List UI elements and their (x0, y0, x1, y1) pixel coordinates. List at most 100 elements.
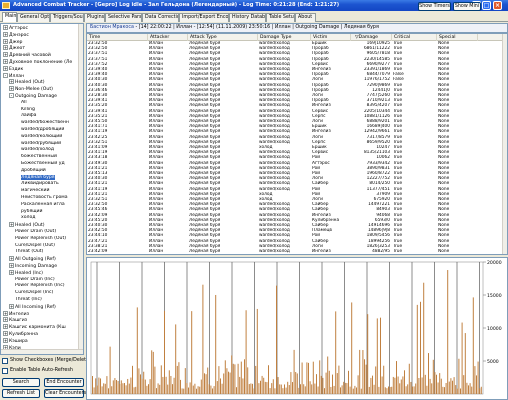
tree-item[interactable]: + Дэнэрос (3, 31, 83, 39)
collapse-icon[interactable]: - (9, 93, 14, 98)
column-header-damage-type[interactable]: Damage Type (259, 34, 311, 41)
table-row[interactable]: 23:42:09 Иллан Ледяная буря warded/холод Инг… (87, 249, 504, 254)
tree-item[interactable]: Божественный уд (15, 161, 83, 168)
tab-data-correction[interactable]: Data Correction (142, 13, 179, 22)
tab-selective-parsing[interactable]: Selective Parsing (105, 13, 142, 22)
column-header-attacker[interactable]: Attacker (149, 34, 188, 41)
column-header-special[interactable]: Special (438, 34, 478, 41)
tree-item[interactable]: warded/божественн (15, 120, 83, 127)
auto-refresh-checkbox[interactable] (2, 368, 8, 374)
expand-icon[interactable]: + (3, 25, 8, 30)
tree-item[interactable]: + Джеот (3, 45, 83, 52)
tab-triggers-sounds[interactable]: Triggers/Sounds (50, 13, 84, 22)
column-header-attack-type[interactable]: Attack Type (189, 34, 258, 41)
tree-item[interactable]: warded/холод (15, 147, 83, 154)
tree-item[interactable]: - Иллан (3, 72, 83, 80)
tree-item[interactable]: Power Replenish (Out) (9, 236, 83, 243)
tree-item[interactable]: дробящий (15, 168, 83, 175)
tree-item[interactable]: Неистовость грома (15, 195, 83, 202)
tree-item[interactable]: Power Replenish (Inc) (9, 283, 83, 290)
tab-general-options[interactable]: General Options (17, 13, 50, 22)
tree-item[interactable]: + Ездик (3, 65, 83, 73)
tree-item[interactable]: + Кулибрэнна (3, 331, 83, 338)
collapse-icon[interactable]: - (3, 72, 8, 78)
search-button[interactable]: Search (2, 378, 40, 387)
clear-encounters-button[interactable]: Clear Encounters (44, 389, 86, 398)
tree-item[interactable]: + All Incoming (Ref) (9, 303, 83, 311)
expand-icon[interactable]: + (9, 79, 14, 85)
column-header-victim[interactable]: Victim (312, 34, 351, 41)
tree-item[interactable]: Threat (Inc) (9, 297, 83, 304)
tree-item[interactable]: + All Outgoing (Ref) (9, 256, 83, 263)
expand-icon[interactable]: + (9, 263, 14, 268)
show-checkboxes-checkbox[interactable] (2, 358, 8, 364)
expand-icon[interactable]: + (3, 52, 8, 58)
show-mini-button[interactable]: Show Mini (453, 2, 481, 11)
tree-item[interactable]: + Агтэрос (3, 25, 83, 32)
tree-item[interactable]: + Кашгис кармонита (Кш (3, 324, 83, 331)
tree-item[interactable]: warded/рубящий (15, 141, 83, 148)
tree-item[interactable]: Cure/Dispel (Inc) (9, 290, 83, 297)
tree-item[interactable]: + Healed (Out) (9, 79, 83, 86)
tree-item[interactable]: божественный (15, 154, 83, 161)
tab-about[interactable]: About (295, 13, 316, 22)
expand-icon[interactable]: + (9, 256, 14, 262)
tree-item[interactable]: Cure/Dispel (Out) (9, 243, 83, 250)
expand-icon[interactable]: + (9, 222, 14, 228)
tree-item[interactable]: Раскаленная игла (15, 202, 83, 209)
tab-main[interactable]: Main (2, 12, 17, 22)
tree-item[interactable]: + Healed (Out) (9, 222, 83, 229)
expand-icon[interactable]: + (3, 59, 8, 64)
expand-icon[interactable]: + (3, 31, 8, 37)
tree-item[interactable]: магический (15, 188, 83, 195)
swing-table[interactable]: Time Attacker Attack Type Damage Type Victim… (86, 33, 508, 255)
tree-item[interactable]: - Outgoing Damage (9, 93, 83, 100)
tree-item[interactable]: + Ингелиз (3, 310, 83, 318)
tab-table-setup[interactable]: Table Setup (266, 13, 295, 22)
expand-icon[interactable]: + (3, 331, 8, 336)
tree-item[interactable]: + Incoming Damage (9, 263, 83, 270)
tree-item[interactable]: Threat (Out) (9, 249, 83, 256)
expand-icon[interactable]: + (3, 317, 8, 323)
tree-item[interactable]: + Джер (3, 38, 83, 46)
maximize-button[interactable]: □ (482, 1, 491, 10)
tree-item[interactable]: + Духовное поклонение (Ле (3, 59, 83, 66)
encounter-tree[interactable]: + Агтэрос + Дэнэрос + Джер + Джеот + Древний часо… (0, 23, 84, 355)
expand-icon[interactable]: + (3, 45, 8, 51)
column-header-time[interactable]: Time (88, 34, 148, 41)
tree-item[interactable]: warded/колющий (15, 134, 83, 141)
tree-item-selected[interactable]: Ледяная буря (15, 174, 83, 182)
end-encounter-button[interactable]: End Encounter (44, 378, 84, 387)
tree-horizontal-scrollbar[interactable] (1, 349, 83, 354)
expand-icon[interactable]: + (9, 269, 14, 275)
column-header-damage[interactable]: ▽Damage (352, 34, 392, 41)
expand-icon[interactable]: + (9, 86, 14, 92)
tree-item[interactable]: All (15, 100, 83, 107)
tree-item[interactable]: холод (15, 215, 83, 222)
tree-item[interactable]: + Древний часовой (3, 52, 83, 59)
tree-item[interactable]: Power Drain (Inc) (9, 277, 83, 284)
show-timers-button[interactable]: Show Timers (418, 2, 451, 11)
tree-item[interactable]: + Non-Melee (Out) (9, 86, 83, 93)
tab-plugins[interactable]: Plugins (84, 13, 105, 22)
tree-item[interactable]: лайфа (15, 113, 83, 120)
tree-item[interactable]: Power Drain (Out) (9, 229, 83, 236)
expand-icon[interactable]: + (3, 38, 8, 44)
tree-item[interactable]: рубящий (15, 209, 83, 216)
tree-vertical-scrollbar[interactable] (78, 24, 83, 354)
tab-import-export-encounters[interactable]: Import/Export Encounters (179, 13, 229, 22)
table-vertical-scrollbar[interactable] (502, 34, 507, 254)
tree-item[interactable]: + Healed (Inc) (9, 269, 83, 277)
refresh-list-button[interactable]: Refresh List (2, 389, 40, 398)
column-header-critical[interactable]: Critical (393, 34, 437, 41)
expand-icon[interactable]: + (3, 337, 8, 343)
tree-item[interactable]: Killing (15, 107, 83, 114)
tree-item[interactable]: warded/дробящий (15, 127, 83, 134)
expand-icon[interactable]: + (3, 65, 8, 71)
expand-icon[interactable]: + (3, 324, 8, 330)
tree-item[interactable]: + Кашгиз (3, 317, 83, 324)
close-button[interactable]: × (493, 1, 502, 10)
tab-history-database[interactable]: History Database (229, 13, 266, 22)
expand-icon[interactable]: + (9, 303, 14, 309)
tree-item[interactable]: Ликвидировать (15, 181, 83, 188)
